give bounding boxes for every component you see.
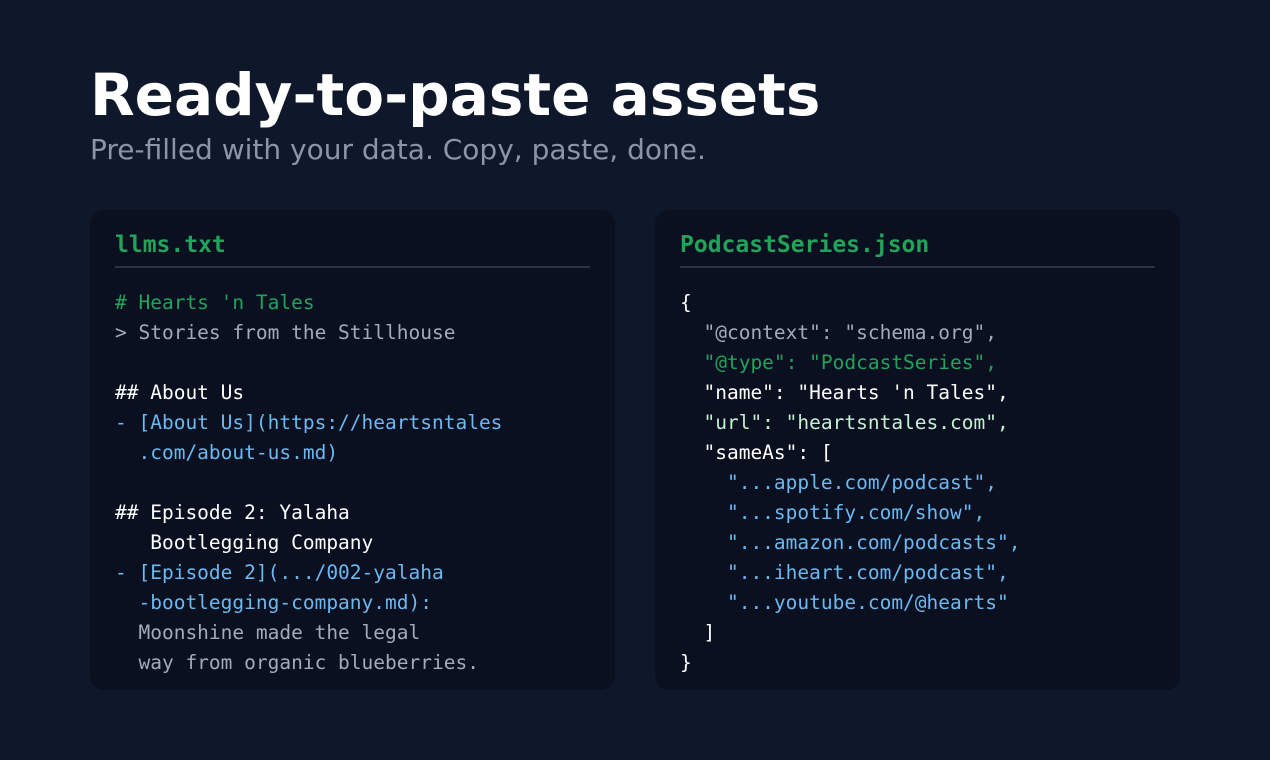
code-line: -bootlegging-company.md): <box>115 591 432 614</box>
code-line: "...youtube.com/@hearts" <box>680 591 1009 614</box>
podcast-series-json-card: PodcastSeries.json { "@context": "schema… <box>655 210 1180 690</box>
llms-txt-card-title: llms.txt <box>115 230 590 268</box>
code-line: .com/about-us.md) <box>115 441 339 464</box>
podcast-series-json-card-title: PodcastSeries.json <box>680 230 1155 268</box>
podcast-series-json-code-block[interactable]: { "@context": "schema.org", "@type": "Po… <box>680 288 1155 678</box>
code-line: ## Episode 2: Yalaha <box>115 501 350 524</box>
page-header: Ready-to-paste assets Pre-filled with yo… <box>90 60 820 168</box>
code-line: way from organic blueberries. <box>115 651 479 674</box>
code-line: Moonshine made the legal <box>115 621 421 644</box>
llms-txt-code-block[interactable]: # Hearts 'n Tales > Stories from the Stil… <box>115 288 590 678</box>
code-line: "sameAs": [ <box>680 441 833 464</box>
code-line: } <box>680 651 692 674</box>
code-line: "url": "heartsntales.com", <box>680 411 1009 434</box>
code-line: "@context": "schema.org", <box>680 321 997 344</box>
code-line: "...iheart.com/podcast", <box>680 561 1009 584</box>
code-line: "...spotify.com/show", <box>680 501 986 524</box>
code-line: "...apple.com/podcast", <box>680 471 997 494</box>
code-line: # Hearts 'n Tales <box>115 291 315 314</box>
page-title: Ready-to-paste assets <box>90 61 821 129</box>
code-line: "name": "Hearts 'n Tales", <box>680 381 1009 404</box>
code-line: "...amazon.com/podcasts", <box>680 531 1021 554</box>
page-subtitle: Pre-filled with your data. Copy, paste, … <box>90 133 706 166</box>
code-line: { <box>680 291 692 314</box>
code-line: Bootlegging Company <box>115 531 374 554</box>
code-line: "@type": "PodcastSeries", <box>680 351 997 374</box>
code-line: - [Episode 2](.../002-yalaha <box>115 561 444 584</box>
llms-txt-card: llms.txt # Hearts 'n Tales > Stories from… <box>90 210 615 690</box>
code-line: ## About Us <box>115 381 245 404</box>
code-line: ] <box>680 621 716 644</box>
code-line: - [About Us](https://heartsntales <box>115 411 503 434</box>
code-line: > Stories from the Stillhouse <box>115 321 456 344</box>
